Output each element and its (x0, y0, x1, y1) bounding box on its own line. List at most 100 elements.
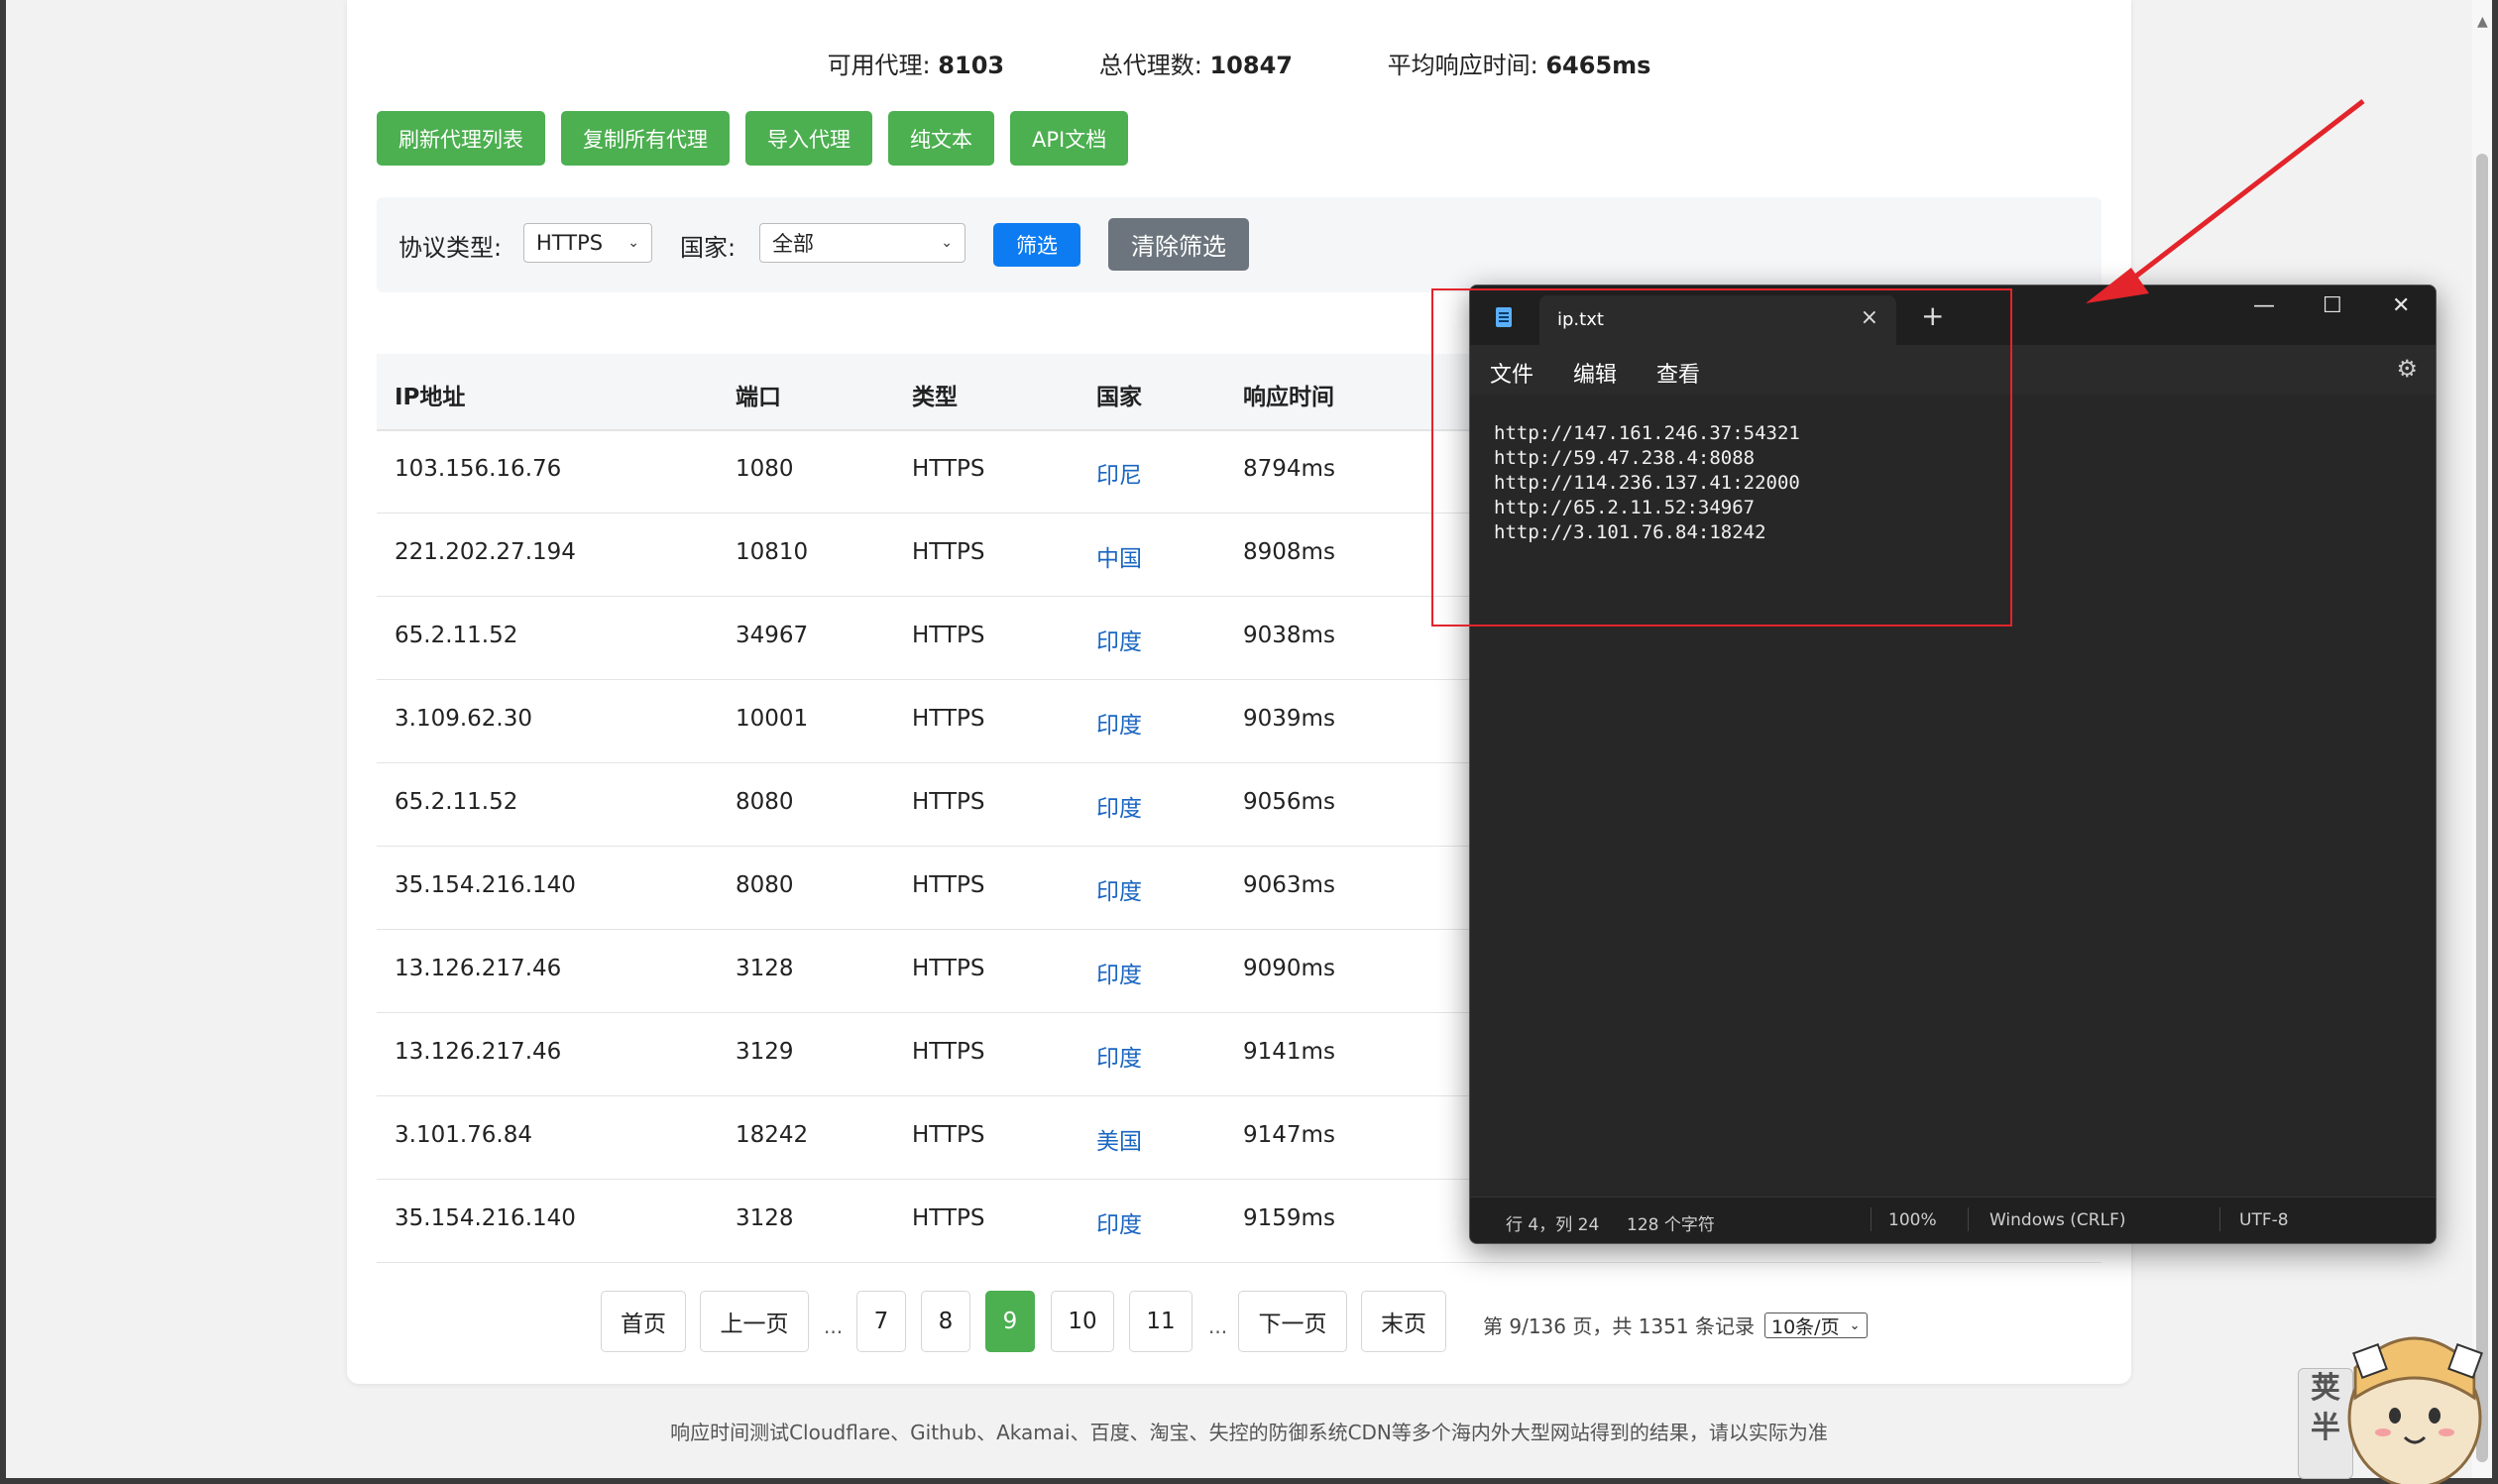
clear-filter-button[interactable]: 清除筛选 (1108, 218, 1249, 271)
cursor-position: 行 4，列 24 (1506, 1215, 1600, 1235)
cell-response-time: 9056ms (1243, 789, 1335, 815)
minimize-icon[interactable]: — (2253, 293, 2275, 318)
cell-port: 10810 (736, 539, 809, 565)
page-button-8[interactable]: 8 (921, 1291, 970, 1352)
status-divider (1968, 1207, 1969, 1231)
cell-country-link[interactable]: 印度 (1096, 706, 1142, 740)
maximize-icon[interactable]: ☐ (2323, 293, 2342, 318)
cell-country-link[interactable]: 印度 (1096, 789, 1142, 823)
pagination: 首页 上一页 ... 7 8 9 10 11 ... 下一页 末页 第 9/13… (347, 1291, 2131, 1354)
cell-type: HTTPS (912, 1205, 985, 1231)
chevron-down-icon: ⌄ (1849, 1317, 1861, 1333)
cell-country-link[interactable]: 印度 (1096, 956, 1142, 989)
first-page-button[interactable]: 首页 (601, 1291, 686, 1352)
cell-ip: 221.202.27.194 (395, 539, 576, 565)
scrollbar-thumb[interactable] (2476, 154, 2488, 1462)
api-docs-button[interactable]: API文档 (1010, 111, 1129, 166)
protocol-label: 协议类型: (398, 234, 503, 262)
copy-all-button[interactable]: 复制所有代理 (561, 111, 730, 166)
page-size-select[interactable]: 10条/页 ⌄ (1764, 1313, 1868, 1338)
cell-country-link[interactable]: 印尼 (1096, 456, 1142, 490)
cell-country-link[interactable]: 中国 (1096, 539, 1142, 573)
page-button-7[interactable]: 7 (856, 1291, 906, 1352)
cell-country-link[interactable]: 印度 (1096, 1039, 1142, 1073)
cell-type: HTTPS (912, 956, 985, 981)
chevron-down-icon: ⌄ (627, 235, 639, 251)
status-divider (1871, 1207, 1872, 1231)
cell-country-link[interactable]: 美国 (1096, 1122, 1142, 1156)
cell-port: 8080 (736, 789, 794, 815)
cell-response-time: 9038ms (1243, 623, 1335, 648)
cell-port: 3129 (736, 1039, 794, 1065)
next-page-button[interactable]: 下一页 (1238, 1291, 1347, 1352)
cell-port: 1080 (736, 456, 794, 482)
stat-available: 可用代理: 8103 (827, 52, 1005, 79)
country-select[interactable]: 全部 ⌄ (759, 223, 965, 263)
cell-type: HTTPS (912, 1122, 985, 1148)
cell-ip: 65.2.11.52 (395, 789, 518, 815)
cell-port: 3128 (736, 956, 794, 981)
cell-type: HTTPS (912, 539, 985, 565)
last-page-button[interactable]: 末页 (1361, 1291, 1446, 1352)
cell-type: HTTPS (912, 456, 985, 482)
cell-country-link[interactable]: 印度 (1096, 1205, 1142, 1239)
cell-port: 8080 (736, 872, 794, 898)
import-proxy-button[interactable]: 导入代理 (745, 111, 872, 166)
cell-type: HTTPS (912, 872, 985, 898)
cell-ip: 3.109.62.30 (395, 706, 532, 732)
zoom-level: 100% (1888, 1210, 1937, 1230)
scroll-up-icon[interactable]: ▲ (2477, 14, 2488, 30)
cell-ip: 35.154.216.140 (395, 1205, 576, 1231)
cell-ip: 103.156.16.76 (395, 456, 562, 482)
cell-ip: 65.2.11.52 (395, 623, 518, 648)
action-buttons: 刷新代理列表 复制所有代理 导入代理 纯文本 API文档 (377, 111, 1129, 166)
column-header-response-time: 响应时间 (1243, 385, 1334, 410)
page-button-11[interactable]: 11 (1129, 1291, 1192, 1352)
cell-response-time: 9063ms (1243, 872, 1335, 898)
cell-port: 3128 (736, 1205, 794, 1231)
cell-ip: 13.126.217.46 (395, 956, 562, 981)
prev-page-button[interactable]: 上一页 (700, 1291, 809, 1352)
pagination-ellipsis: ... (1208, 1314, 1228, 1338)
browser-frame (2492, 0, 2498, 1484)
cell-response-time: 9159ms (1243, 1205, 1335, 1231)
browser-frame (0, 0, 6, 1484)
stats-bar: 可用代理: 8103 总代理数: 10847 平均响应时间: 6465ms (347, 46, 2131, 80)
browser-frame (0, 1478, 2498, 1484)
column-header-ip: IP地址 (395, 385, 466, 410)
cell-ip: 13.126.217.46 (395, 1039, 562, 1065)
chevron-down-icon: ⌄ (941, 235, 953, 251)
cell-response-time: 9039ms (1243, 706, 1335, 732)
cell-response-time: 9147ms (1243, 1122, 1335, 1148)
cell-port: 34967 (736, 623, 809, 648)
column-header-country: 国家 (1096, 385, 1142, 410)
protocol-select[interactable]: HTTPS ⌄ (523, 223, 652, 263)
refresh-list-button[interactable]: 刷新代理列表 (377, 111, 545, 166)
pagination-info: 第 9/136 页，共 1351 条记录 (1483, 1314, 1755, 1338)
cell-ip: 35.154.216.140 (395, 872, 576, 898)
cell-port: 10001 (736, 706, 809, 732)
cell-type: HTTPS (912, 706, 985, 732)
cell-type: HTTPS (912, 789, 985, 815)
cell-type: HTTPS (912, 623, 985, 648)
char-count: 128 个字符 (1627, 1215, 1715, 1235)
encoding: UTF-8 (2239, 1210, 2289, 1230)
mascot-illustration (2347, 1336, 2483, 1484)
page-button-10[interactable]: 10 (1051, 1291, 1114, 1352)
cell-country-link[interactable]: 印度 (1096, 623, 1142, 656)
country-label: 国家: (680, 234, 737, 262)
footer-note: 响应时间测试Cloudflare、Github、Akamai、百度、淘宝、失控的… (670, 1421, 1828, 1444)
cell-port: 18242 (736, 1122, 809, 1148)
page-button-current[interactable]: 9 (985, 1291, 1035, 1352)
cell-country-link[interactable]: 印度 (1096, 872, 1142, 906)
plain-text-button[interactable]: 纯文本 (888, 111, 994, 166)
filter-button[interactable]: 筛选 (993, 223, 1080, 267)
cell-ip: 3.101.76.84 (395, 1122, 532, 1148)
stat-avg-response: 平均响应时间: 6465ms (1387, 52, 1651, 79)
gear-icon[interactable]: ⚙ (2396, 355, 2418, 383)
cell-response-time: 9090ms (1243, 956, 1335, 981)
close-window-icon[interactable]: ✕ (2392, 293, 2410, 318)
column-header-type: 类型 (912, 385, 958, 410)
column-header-port: 端口 (736, 385, 781, 410)
highlight-box-annotation (1431, 288, 2012, 627)
